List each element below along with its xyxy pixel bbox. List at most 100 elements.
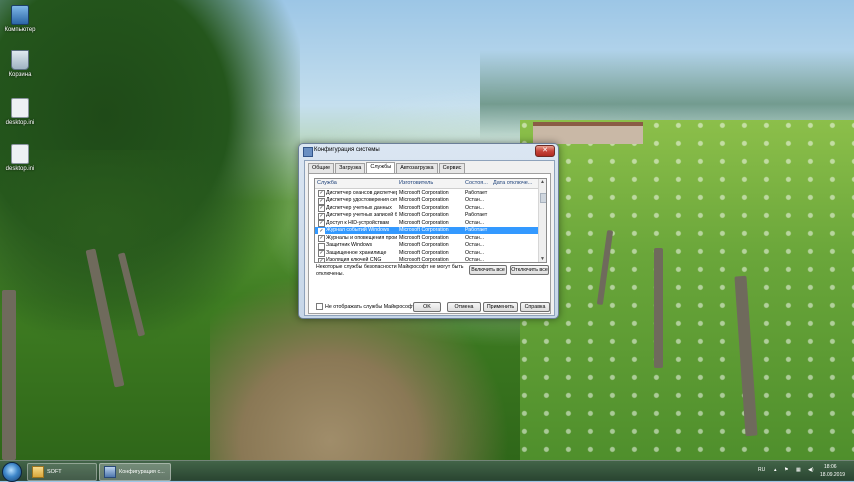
fence-post bbox=[654, 248, 663, 368]
service-row[interactable]: ✓ Доступ к HID-устройствам Microsoft Corpo… bbox=[315, 219, 538, 227]
msconfig-icon bbox=[104, 465, 116, 478]
desktop-icon-label: desktop.ini bbox=[5, 166, 35, 172]
scroll-up-icon[interactable]: ▲ bbox=[539, 179, 546, 185]
service-name-cell: Журнал событий Windows bbox=[326, 227, 390, 233]
desktop-icon-label: Компьютер bbox=[4, 27, 36, 33]
vertical-scrollbar[interactable]: ▲ ▼ bbox=[538, 179, 546, 262]
column-header-service[interactable]: Служба bbox=[317, 180, 397, 186]
service-name-cell: Защищенное хранилище bbox=[326, 249, 387, 256]
scroll-down-icon[interactable]: ▼ bbox=[539, 256, 546, 262]
hide-ms-services-checkbox[interactable]: Не отображать службы Майкрософт bbox=[316, 303, 415, 310]
manufacturer-cell: Microsoft Corporation bbox=[399, 257, 449, 263]
tab-tools[interactable]: Сервис bbox=[438, 163, 466, 173]
service-name-cell: Диспетчер сеансов диспетчер... bbox=[326, 189, 397, 196]
farmhouse bbox=[533, 122, 643, 144]
service-name-cell: Защитник Windows bbox=[326, 242, 373, 248]
column-header-manufacturer[interactable]: Изготовитель bbox=[399, 180, 463, 186]
tray-arrow-icon[interactable]: ▴ bbox=[774, 467, 777, 473]
checkbox-box[interactable] bbox=[316, 303, 323, 310]
system-tray: RU ▴ ⚑ ▦ ◀) 18:06 18.09.2019 bbox=[752, 461, 852, 481]
state-cell: Остан... bbox=[465, 242, 485, 248]
network-icon[interactable]: ▦ bbox=[796, 467, 801, 473]
desktop-icon-label: Корзина bbox=[8, 72, 32, 78]
desktop-icon-desktop-ini[interactable]: desktop.ini bbox=[2, 98, 38, 126]
volume-icon[interactable]: ◀) bbox=[808, 467, 814, 473]
service-row[interactable]: ✓ Диспетчер удостоверения сет... Microsoft… bbox=[315, 197, 538, 205]
service-row[interactable]: ✓ Журналы и оповещения произ... Microsoft … bbox=[315, 234, 538, 242]
dandelion-meadow bbox=[520, 120, 854, 460]
fence-post bbox=[2, 290, 16, 460]
manufacturer-cell: Microsoft Corporation bbox=[399, 234, 449, 241]
state-cell: Работает bbox=[465, 227, 488, 233]
state-cell: Остан... bbox=[465, 204, 485, 211]
manufacturer-cell: Microsoft Corporation bbox=[399, 189, 449, 196]
service-row[interactable]: ✓ Журнал событий Windows Microsoft Corpora… bbox=[315, 226, 538, 235]
language-indicator[interactable]: RU bbox=[758, 467, 765, 473]
service-checkbox[interactable]: ✓ bbox=[318, 257, 325, 262]
help-button[interactable]: Справка bbox=[520, 302, 550, 312]
taskbar: SOFT Конфигурация с... RU ▴ ⚑ ▦ ◀) 18:06… bbox=[0, 460, 854, 482]
recycle-bin-icon bbox=[11, 50, 29, 70]
flag-icon[interactable]: ⚑ bbox=[784, 467, 788, 473]
services-panel: Служба Изготовитель Состоя... Дата отклю… bbox=[308, 173, 551, 314]
computer-icon bbox=[11, 5, 29, 25]
service-row[interactable]: ✓ Диспетчер сеансов диспетчер... Microsoft… bbox=[315, 189, 538, 197]
state-cell: Остан... bbox=[465, 257, 485, 263]
close-button[interactable]: ✕ bbox=[535, 145, 555, 157]
taskbar-item-label: Конфигурация с... bbox=[119, 469, 165, 475]
desktop-icon-desktop-ini-2[interactable]: desktop.ini bbox=[2, 144, 38, 172]
taskbar-item-msconfig[interactable]: Конфигурация с... bbox=[99, 463, 171, 481]
file-icon bbox=[11, 144, 29, 164]
state-cell: Остан... bbox=[465, 234, 485, 241]
apply-button[interactable]: Применить bbox=[483, 302, 518, 312]
service-row[interactable]: ✓ Диспетчер учетных записей б... Microsoft… bbox=[315, 212, 538, 220]
service-name-cell: Диспетчер учетных записей б... bbox=[326, 212, 397, 218]
desktop-icon-label: desktop.ini bbox=[5, 120, 35, 126]
scroll-thumb[interactable] bbox=[540, 193, 546, 203]
service-name-cell: Доступ к HID-устройствам bbox=[326, 219, 389, 226]
folder-icon bbox=[32, 465, 44, 478]
state-cell: Остан... bbox=[465, 197, 485, 203]
service-name-cell: Изоляция ключей CNG bbox=[326, 257, 382, 263]
window-titlebar[interactable]: Конфигурация системы ✕ bbox=[299, 144, 558, 158]
manufacturer-cell: Microsoft Corporation bbox=[399, 197, 449, 203]
manufacturer-cell: Microsoft Corporation bbox=[399, 204, 449, 211]
state-cell: Работает bbox=[465, 189, 488, 196]
tab-startup[interactable]: Автозагрузка bbox=[396, 163, 438, 173]
file-icon bbox=[11, 98, 29, 118]
hide-ms-label: Не отображать службы Майкрософт bbox=[325, 303, 415, 310]
tab-services[interactable]: Службы bbox=[366, 162, 396, 173]
manufacturer-cell: Microsoft Corporation bbox=[399, 249, 449, 256]
manufacturer-cell: Microsoft Corporation bbox=[399, 227, 449, 233]
enable-all-button[interactable]: Включить все bbox=[469, 265, 507, 275]
state-cell: Остан... bbox=[465, 219, 485, 226]
taskbar-item-soft[interactable]: SOFT bbox=[27, 463, 97, 481]
list-header: Служба Изготовитель Состоя... Дата отклю… bbox=[315, 179, 538, 189]
start-button-icon[interactable] bbox=[2, 462, 22, 482]
state-cell: Работает bbox=[465, 212, 488, 218]
ok-button[interactable]: OK bbox=[413, 302, 441, 312]
service-row[interactable]: ✓ Защищенное хранилище Microsoft Corporati… bbox=[315, 249, 538, 257]
service-name-cell: Диспетчер удостоверения сет... bbox=[326, 197, 397, 203]
state-cell: Остан... bbox=[465, 249, 485, 256]
security-note: Некоторые службы безопасности Майкрософт… bbox=[316, 264, 464, 277]
column-header-disabled-date[interactable]: Дата отключе... bbox=[493, 180, 537, 186]
manufacturer-cell: Microsoft Corporation bbox=[399, 242, 449, 248]
service-row[interactable]: ✓ Изоляция ключей CNG Microsoft Corporatio… bbox=[315, 257, 538, 263]
msconfig-icon bbox=[303, 147, 313, 157]
services-list[interactable]: Служба Изготовитель Состоя... Дата отклю… bbox=[314, 178, 547, 263]
service-row[interactable]: ✓ Диспетчер учетных данных Microsoft Corpo… bbox=[315, 204, 538, 212]
tab-boot[interactable]: Загрузка bbox=[335, 163, 366, 173]
tab-general[interactable]: Общие bbox=[308, 163, 335, 173]
desktop-icon-recycle-bin[interactable]: Корзина bbox=[2, 50, 38, 78]
clock-time[interactable]: 18:06 bbox=[824, 464, 837, 470]
clock-date[interactable]: 18.09.2019 bbox=[820, 472, 845, 478]
column-header-state[interactable]: Состоя... bbox=[465, 180, 491, 186]
cancel-button[interactable]: Отмена bbox=[447, 302, 481, 312]
taskbar-item-label: SOFT bbox=[47, 469, 62, 475]
desktop-icon-computer[interactable]: Компьютер bbox=[2, 5, 38, 33]
manufacturer-cell: Microsoft Corporation bbox=[399, 212, 449, 218]
manufacturer-cell: Microsoft Corporation bbox=[399, 219, 449, 226]
service-row[interactable]: Защитник Windows Microsoft Corporation Ост… bbox=[315, 242, 538, 250]
disable-all-button[interactable]: Отключить все bbox=[510, 265, 549, 275]
